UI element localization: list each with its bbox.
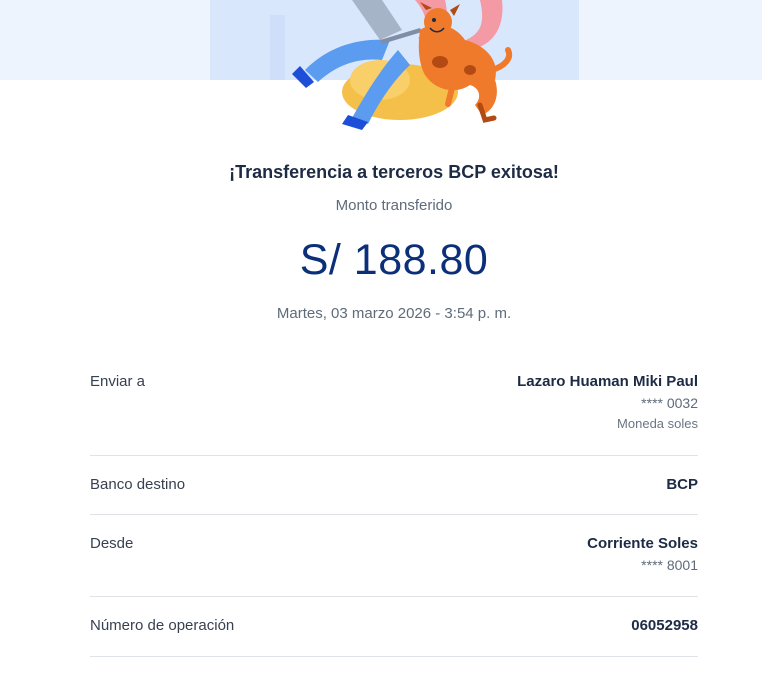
transfer-details: Enviar a Lazaro Huaman Miki Paul **** 00… xyxy=(90,358,698,657)
source-value: Corriente Soles **** 8001 xyxy=(587,535,698,573)
operation-number: 06052958 xyxy=(631,617,698,634)
bank-value: BCP xyxy=(666,476,698,493)
amount-label: Monto transferido xyxy=(335,197,453,214)
transfer-amount: S/ 188.80 xyxy=(299,236,489,284)
recipient-currency: Moneda soles xyxy=(617,416,698,431)
transfer-datetime: Martes, 03 marzo 2026 - 3:54 p. m. xyxy=(276,305,512,322)
detail-row-operation: Número de operación 06052958 xyxy=(90,597,698,657)
source-account: **** 8001 xyxy=(641,557,698,573)
detail-row-source: Desde Corriente Soles **** 8001 xyxy=(90,515,698,597)
source-label: Desde xyxy=(90,535,134,552)
operation-label: Número de operación xyxy=(90,617,235,634)
success-illustration xyxy=(270,0,513,130)
recipient-label: Enviar a xyxy=(90,373,146,390)
bank-label: Banco destino xyxy=(90,476,186,493)
success-title: ¡Transferencia a terceros BCP exitosa! xyxy=(229,162,559,182)
recipient-account: **** 0032 xyxy=(641,395,698,411)
recipient-name: Lazaro Huaman Miki Paul xyxy=(517,373,698,390)
detail-row-recipient: Enviar a Lazaro Huaman Miki Paul **** 00… xyxy=(90,358,698,456)
source-account-type: Corriente Soles xyxy=(587,535,698,552)
recipient-value: Lazaro Huaman Miki Paul **** 0032 Moneda… xyxy=(517,373,698,431)
detail-row-bank: Banco destino BCP xyxy=(90,456,698,515)
